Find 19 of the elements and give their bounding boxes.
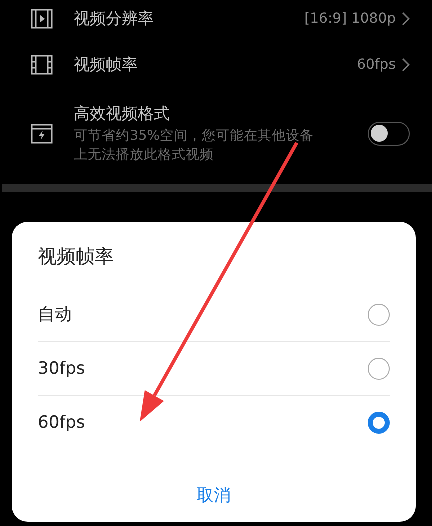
dialog-title: 视频帧率	[38, 245, 115, 270]
chevron-icon	[402, 58, 410, 72]
setting-value: [16:9] 1080p	[304, 11, 396, 27]
video-icon	[30, 8, 54, 30]
toggle-switch[interactable]	[368, 122, 410, 146]
setting-title: 视频分辨率	[74, 8, 155, 30]
setting-value: 60fps	[357, 57, 396, 73]
chevron-icon	[402, 12, 410, 26]
option-item[interactable]: 自动	[38, 288, 390, 342]
radio-button[interactable]	[368, 358, 390, 380]
option-item[interactable]: 30fps	[38, 342, 390, 396]
radio-button[interactable]	[368, 412, 390, 434]
film-icon	[30, 54, 54, 76]
setting-title: 高效视频格式	[74, 104, 171, 124]
setting-title: 视频帧率	[74, 54, 139, 76]
clapperboard-icon	[30, 123, 54, 145]
setting-description: 可节省约35%空间，您可能在其他设备上无法播放此格式视频	[74, 126, 316, 164]
radio-button[interactable]	[368, 304, 390, 326]
cancel-button[interactable]: 取消	[187, 480, 241, 511]
